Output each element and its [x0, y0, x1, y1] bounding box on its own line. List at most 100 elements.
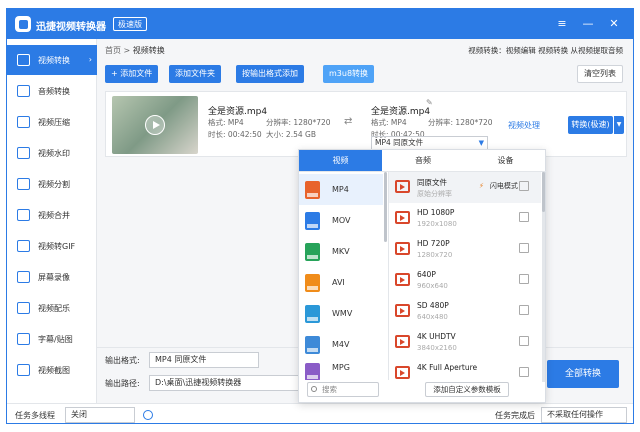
format-label: M4V [332, 340, 350, 349]
scrollbar-thumb[interactable] [542, 172, 545, 212]
preset-name: 4K UHDTV [417, 332, 456, 341]
breadcrumb-home[interactable]: 首页 [105, 46, 121, 55]
tab-device[interactable]: 设备 [464, 150, 547, 172]
format-item-wmv[interactable]: WMV [299, 298, 383, 329]
close-icon[interactable]: ✕ [607, 17, 621, 31]
preset-resolution: 1920x1080 [417, 220, 457, 228]
sidebar-item-label: 视频水印 [38, 148, 70, 158]
clear-list-button[interactable]: 清空列表 [577, 65, 623, 83]
source-filename: 全是资源.mp4 [208, 107, 268, 117]
sidebar-item-split[interactable]: 视频分割 [7, 169, 97, 199]
breadcrumb-separator: > [123, 46, 131, 55]
edit-icon[interactable] [519, 212, 529, 222]
convert-button[interactable]: 转换(极速) [568, 116, 613, 134]
source-resolution: 1280*720 [293, 118, 331, 127]
preset-640p[interactable]: 640P 960x640 [389, 265, 541, 296]
feature-links[interactable]: 视频转换：视频编辑 视频转换 从视频提取音频 [468, 45, 623, 56]
edit-icon[interactable] [519, 181, 529, 191]
sidebar-item-audio-convert[interactable]: 音频转换 [7, 76, 97, 106]
sidebar-item-screen-record[interactable]: 屏幕录像 [7, 262, 97, 292]
output-format-value: MP4 同原文件 [375, 138, 424, 147]
sidebar-item-video-convert[interactable]: 视频转换 › [7, 45, 97, 75]
format-item-avi[interactable]: AVI [299, 267, 383, 298]
add-by-format-button[interactable]: 按输出格式添加 [236, 65, 304, 83]
resolution-label: 分辨率: [266, 118, 292, 127]
video-preset-icon [395, 211, 410, 224]
multithread-select[interactable]: 关闭 [65, 407, 135, 423]
output-path-field[interactable]: D:\桌面\迅捷视频转换器 [149, 375, 299, 391]
format-item-mov[interactable]: MOV [299, 205, 383, 236]
video-process-button[interactable]: 视频处理 [508, 120, 540, 131]
sidebar-item-watermark[interactable]: 视频水印 [7, 138, 97, 168]
preset-resolution: 1280x720 [417, 251, 453, 259]
edition-badge: 极速版 [113, 17, 147, 31]
flash-mode-label: 闪电模式 [489, 182, 518, 190]
minimize-icon[interactable]: — [581, 17, 595, 31]
sidebar-item-merge[interactable]: 视频合并 [7, 200, 97, 230]
info-icon[interactable] [143, 410, 153, 420]
sidebar-item-compress[interactable]: 视频压缩 [7, 107, 97, 137]
tab-video[interactable]: 视频 [299, 150, 382, 172]
sidebar-item-subtitle[interactable]: 字幕/贴图 [7, 324, 97, 354]
menu-icon[interactable]: ≡ [555, 17, 569, 31]
chevron-right-icon: › [88, 55, 92, 64]
pencil-icon[interactable]: ✎ [426, 98, 433, 107]
edit-icon[interactable] [519, 305, 529, 315]
sidebar-item-gif[interactable]: 视频转GIF [7, 231, 97, 261]
format-label: MP4 [332, 185, 349, 194]
video-preset-icon [395, 304, 410, 317]
format-item-mkv[interactable]: MKV [299, 236, 383, 267]
search-icon [311, 386, 317, 392]
preset-resolution: 960x640 [417, 282, 448, 290]
format-item-m4v[interactable]: M4V [299, 329, 383, 360]
output-format-dropdown[interactable]: MP4 同原文件 [149, 352, 259, 368]
play-icon[interactable] [145, 115, 165, 135]
mov-file-icon [305, 211, 320, 230]
size-label: 大小: [266, 130, 284, 139]
preset-same-as-source[interactable]: 同原文件 原始分辨率 ⚡ 闪电模式 [389, 172, 541, 203]
m3u8-button[interactable]: m3u8转换 [323, 65, 375, 83]
preset-4k-full-aperture[interactable]: 4K Full Aperture [389, 358, 541, 380]
video-convert-icon [17, 54, 30, 66]
sidebar: 视频转换 › 音频转换 视频压缩 视频水印 视频分割 视频合并 视频转GIF 屏幕… [7, 39, 97, 403]
preset-sd-480p[interactable]: SD 480P 640x480 [389, 296, 541, 327]
preset-name: 640P [417, 270, 436, 279]
preset-list-scrollbar[interactable] [542, 172, 545, 382]
convert-dropdown-icon[interactable]: ▼ [614, 116, 624, 134]
sidebar-item-label: 屏幕录像 [38, 272, 70, 282]
format-item-mpg[interactable]: MPG [299, 360, 383, 380]
edit-icon[interactable] [519, 367, 529, 377]
format-label: MOV [332, 216, 351, 225]
edit-icon[interactable] [519, 336, 529, 346]
preset-hd-720p[interactable]: HD 720P 1280x720 [389, 234, 541, 265]
sidebar-item-label: 字幕/贴图 [38, 334, 73, 344]
video-thumbnail[interactable] [112, 96, 198, 154]
preset-4k-uhdtv[interactable]: 4K UHDTV 3840x2160 [389, 327, 541, 358]
target-resolution: 1280*720 [455, 118, 493, 127]
source-format: MP4 [227, 118, 244, 127]
lightning-icon: ⚡ [479, 182, 484, 190]
output-format-select[interactable]: MP4 同原文件 ▼ [371, 136, 488, 150]
add-custom-template-button[interactable]: 添加自定义参数模板 [425, 382, 509, 397]
format-label: WMV [332, 309, 353, 318]
format-list-scrollbar[interactable] [384, 172, 387, 242]
sidebar-item-label: 视频转GIF [38, 241, 76, 251]
after-done-select[interactable]: 不采取任何操作 [541, 407, 627, 423]
edit-icon[interactable] [519, 274, 529, 284]
output-format-label: 输出格式: [105, 356, 140, 365]
tab-audio[interactable]: 音频 [382, 150, 464, 172]
sidebar-item-screenshot[interactable]: 视频截图 [7, 355, 97, 385]
flash-mode-badge[interactable]: ⚡ 闪电模式 [477, 179, 523, 193]
add-file-button[interactable]: + 添加文件 [105, 65, 159, 83]
edit-icon[interactable] [519, 243, 529, 253]
format-search-input[interactable]: 搜索 [307, 382, 379, 397]
preset-hd-1080p[interactable]: HD 1080P 1920x1080 [389, 203, 541, 234]
convert-all-button[interactable]: 全部转换 [547, 360, 619, 388]
format-item-mp4[interactable]: MP4 [299, 174, 383, 205]
sidebar-item-music[interactable]: 视频配乐 [7, 293, 97, 323]
preset-resolution: 3840x2160 [417, 344, 457, 352]
add-folder-button[interactable]: 添加文件夹 [169, 65, 221, 83]
sidebar-item-label: 视频分割 [38, 179, 70, 189]
format-label: 格式: [371, 118, 389, 127]
mpg-file-icon [305, 363, 320, 380]
